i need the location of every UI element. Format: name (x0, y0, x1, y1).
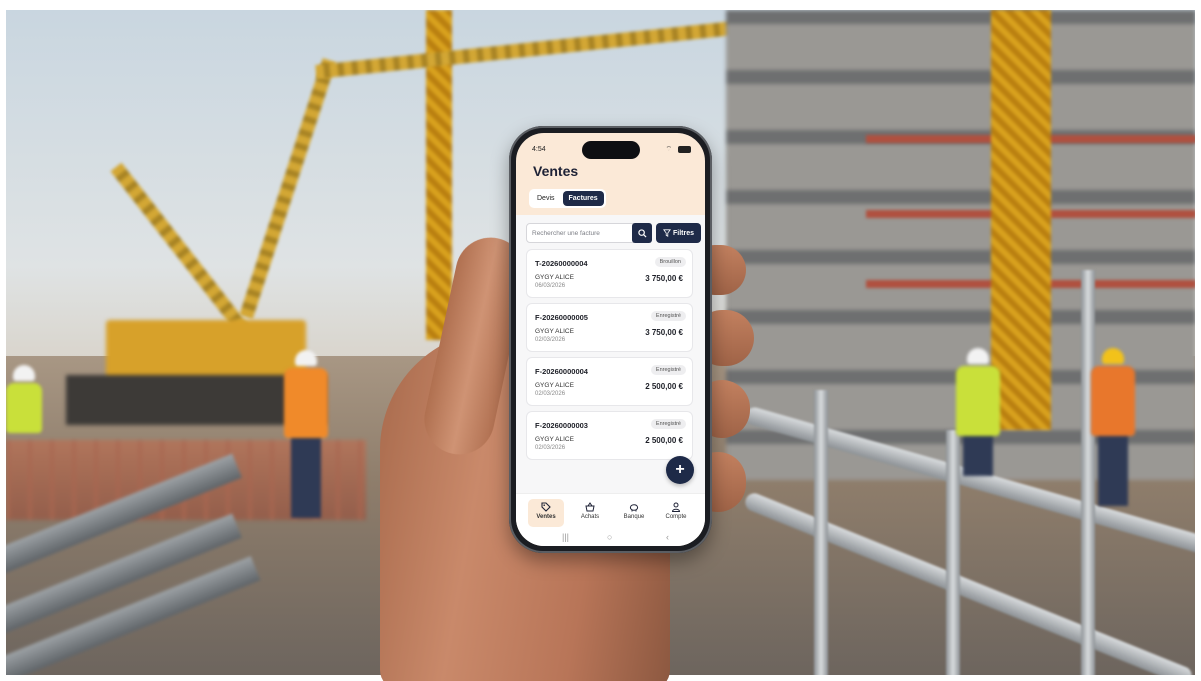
worker (6, 365, 42, 433)
scaffold-post (814, 390, 828, 675)
plus-icon: + (675, 461, 685, 478)
bottom-navigation: Ventes Achats Banque Compte ||| ○ ‹ (516, 493, 705, 546)
invoice-amount: 2 500,00 € (645, 382, 683, 391)
invoice-number: F-20260000005 (535, 313, 588, 322)
status-icons: ⌔ (665, 145, 691, 154)
invoice-amount: 3 750,00 € (645, 328, 683, 337)
recents-icon[interactable]: ||| (562, 532, 569, 542)
invoice-amount: 3 750,00 € (645, 274, 683, 283)
basket-icon (585, 502, 595, 512)
client-name: GYGY ALICE (535, 382, 574, 389)
yellow-crane-mast (991, 10, 1051, 430)
nav-compte[interactable]: Compte (658, 499, 694, 527)
status-badge: Enregistré (650, 419, 686, 429)
invoice-card[interactable]: F-20260000003 Enregistré GYGY ALICE 02/0… (526, 411, 693, 460)
phone-screen: 4:54 ⌔ Ventes Devis Factures Rechercher … (516, 133, 705, 546)
wifi-icon: ⌔ (665, 146, 674, 153)
invoice-number: F-20260000004 (535, 367, 588, 376)
battery-icon (678, 145, 691, 153)
filter-button[interactable]: Filtres (656, 223, 701, 243)
smartphone: 4:54 ⌔ Ventes Devis Factures Rechercher … (509, 126, 712, 553)
search-button[interactable] (632, 223, 652, 243)
nav-label: Compte (665, 514, 687, 520)
filter-label: Filtres (672, 229, 694, 237)
tab-devis[interactable]: Devis (531, 191, 561, 206)
user-icon (671, 502, 681, 512)
nav-ventes[interactable]: Ventes (528, 499, 564, 527)
status-badge: Enregistré (650, 311, 686, 321)
invoice-number: F-20260000003 (535, 421, 588, 430)
invoice-date: 06/03/2026 (535, 283, 566, 289)
invoice-amount: 2 500,00 € (645, 436, 683, 445)
invoice-date: 02/03/2026 (535, 391, 566, 397)
add-invoice-button[interactable]: + (666, 456, 694, 484)
search-icon (637, 228, 647, 238)
worker (1091, 348, 1135, 506)
home-icon[interactable]: ○ (607, 532, 612, 542)
client-name: GYGY ALICE (535, 274, 574, 281)
status-badge: Enregistré (650, 365, 686, 375)
crawler-crane-body (106, 320, 306, 380)
dynamic-island (582, 141, 640, 159)
filter-icon (662, 229, 671, 237)
nav-label: Banque (623, 514, 645, 520)
invoice-date: 02/03/2026 (535, 337, 566, 343)
search-input[interactable]: Rechercher une facture (526, 223, 634, 243)
status-time: 4:54 (532, 146, 546, 153)
invoice-card[interactable]: F-20260000005 Enregistré GYGY ALICE 02/0… (526, 303, 693, 352)
client-name: GYGY ALICE (535, 436, 574, 443)
nav-achats[interactable]: Achats (572, 499, 608, 527)
tab-factures[interactable]: Factures (562, 191, 604, 206)
status-badge: Brouillon (654, 257, 686, 267)
worker (956, 348, 1000, 476)
worker (284, 350, 328, 518)
page-title: Ventes (533, 163, 579, 179)
invoice-card[interactable]: T-20260000004 Brouillon GYGY ALICE 06/03… (526, 249, 693, 298)
nav-label: Achats (580, 514, 600, 520)
back-icon[interactable]: ‹ (666, 532, 669, 542)
nav-banque[interactable]: Banque (616, 499, 652, 527)
invoice-date: 02/03/2026 (535, 445, 566, 451)
client-name: GYGY ALICE (535, 328, 574, 335)
nav-label: Ventes (536, 514, 556, 520)
piggy-bank-icon (629, 504, 639, 512)
invoice-number: T-20260000004 (535, 259, 588, 268)
invoice-card[interactable]: F-20260000004 Enregistré GYGY ALICE 02/0… (526, 357, 693, 406)
segment-tabs: Devis Factures (529, 189, 606, 208)
tag-icon (541, 502, 551, 512)
